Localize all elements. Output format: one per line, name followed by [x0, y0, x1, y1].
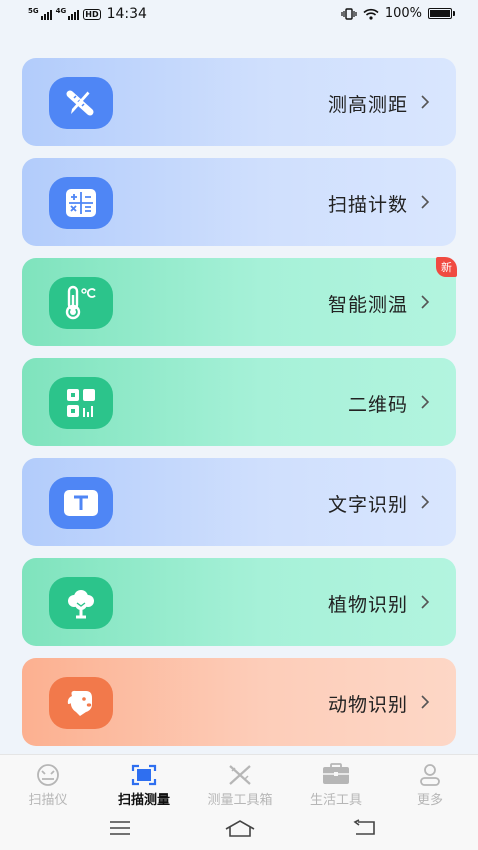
card-label: 扫描计数	[327, 194, 408, 216]
system-nav-bar	[0, 812, 478, 850]
status-bar: 5G 4G HD 14:34 100%	[0, 0, 478, 30]
tab-life-tools[interactable]: 生活工具	[288, 763, 384, 808]
card-text-recognition[interactable]: 文字识别	[22, 458, 456, 546]
card-icon-box	[49, 677, 113, 729]
card-label: 动物识别	[327, 694, 408, 716]
chevron-right-icon	[421, 195, 430, 209]
card-plant-recognition[interactable]: 植物识别	[22, 558, 456, 646]
user-icon	[420, 764, 440, 786]
tab-label: 更多	[416, 793, 443, 808]
scanner-icon	[37, 764, 59, 786]
chevron-right-icon	[421, 495, 430, 509]
tree-icon	[68, 590, 94, 619]
scan-measure-icon	[131, 764, 157, 786]
card-icon-box	[49, 77, 113, 129]
signal-5g-label: 5G	[28, 7, 39, 15]
dog-icon	[67, 690, 92, 716]
menu-icon[interactable]	[108, 818, 132, 838]
card-label: 测高测距	[327, 94, 408, 116]
tab-more[interactable]: 更多	[382, 763, 478, 808]
status-right: 100%	[341, 6, 455, 21]
vibrate-icon	[341, 7, 357, 20]
tab-label: 扫描仪	[28, 793, 68, 808]
toolbox-icon	[323, 763, 349, 784]
card-label: 二维码	[347, 394, 408, 416]
chevron-right-icon	[421, 395, 430, 409]
chevron-right-icon	[421, 695, 430, 709]
card-measure-height-distance[interactable]: 测高测距	[22, 58, 456, 146]
signal-4g-label: 4G	[55, 7, 67, 15]
chevron-right-icon	[421, 95, 430, 109]
card-icon-box	[49, 577, 113, 629]
tab-label: 扫描测量	[117, 793, 170, 808]
home-icon[interactable]	[224, 818, 256, 838]
signal-5g-icon: 5G	[28, 8, 52, 20]
tab-scanner[interactable]: 扫描仪	[0, 763, 96, 808]
new-badge: 新	[436, 257, 457, 277]
card-label: 文字识别	[327, 494, 408, 516]
tab-scan-measure[interactable]: 扫描测量	[96, 763, 192, 808]
battery-percent: 100%	[384, 6, 422, 21]
card-icon-box	[49, 477, 113, 529]
text-icon	[64, 490, 98, 516]
battery-icon	[428, 8, 455, 19]
chevron-right-icon	[421, 295, 430, 309]
bottom-tab-bar: 扫描仪 扫描测量 测量工具箱 生活工具 更多	[0, 754, 478, 813]
chevron-right-icon	[421, 595, 430, 609]
status-time: 14:34	[106, 6, 147, 22]
card-label: 智能测温	[327, 294, 408, 316]
thermometer-icon	[65, 285, 96, 320]
card-icon-box	[49, 177, 113, 229]
tab-label: 测量工具箱	[207, 793, 273, 808]
card-smart-temperature[interactable]: 智能测温 新	[22, 257, 457, 346]
card-animal-recognition[interactable]: 动物识别	[22, 658, 456, 746]
card-icon-box	[49, 277, 113, 329]
qr-code-icon	[67, 389, 95, 417]
wifi-icon	[363, 8, 379, 20]
back-icon[interactable]	[352, 818, 378, 838]
card-icon-box	[49, 377, 113, 429]
card-label: 植物识别	[327, 594, 408, 616]
hd-badge: HD	[83, 8, 101, 20]
tab-label: 生活工具	[309, 793, 362, 808]
card-scan-count[interactable]: 扫描计数	[22, 158, 456, 246]
status-left: 5G 4G HD 14:34	[28, 6, 147, 22]
tab-measure-toolbox[interactable]: 测量工具箱	[192, 763, 288, 808]
card-qr-code[interactable]: 二维码	[22, 358, 456, 446]
calculator-icon	[66, 189, 96, 217]
ruler-pencil-icon	[66, 90, 94, 116]
tools-icon	[229, 765, 251, 785]
signal-4g-icon: 4G	[56, 8, 80, 20]
